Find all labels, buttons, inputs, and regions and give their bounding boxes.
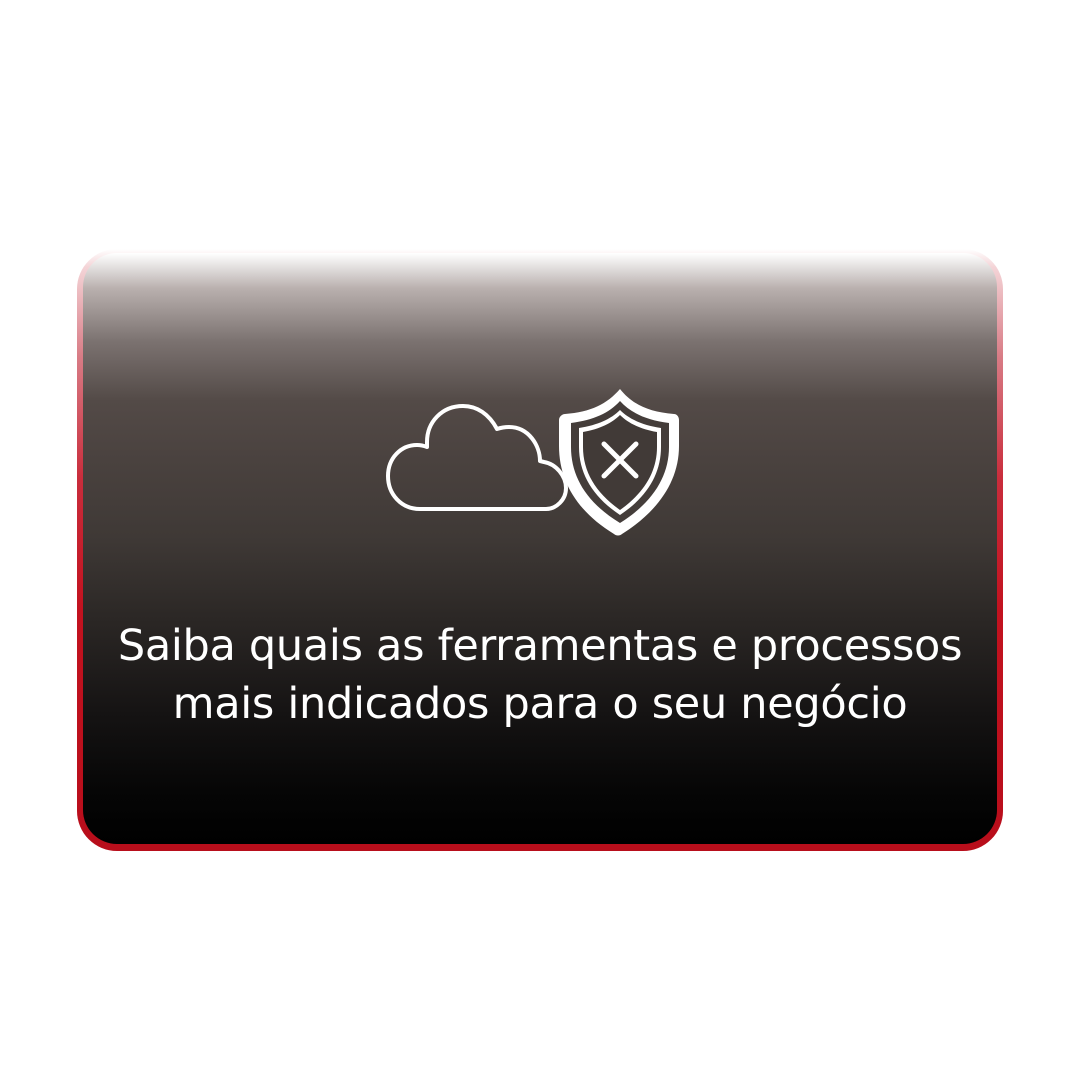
headline-line-2: mais indicados para o seu negócio (172, 679, 908, 729)
info-card (83, 253, 997, 844)
cloud-shield-illustration (384, 384, 686, 540)
canvas: Saiba quais as ferramentas e processos m… (0, 0, 1080, 1080)
headline-text: Saiba quais as ferramentas e processos m… (83, 617, 997, 733)
cloud-icon (386, 404, 568, 511)
cloud-security-icon (386, 389, 679, 536)
shield-x-icon (559, 389, 679, 536)
headline-line-1: Saiba quais as ferramentas e processos (117, 621, 963, 671)
